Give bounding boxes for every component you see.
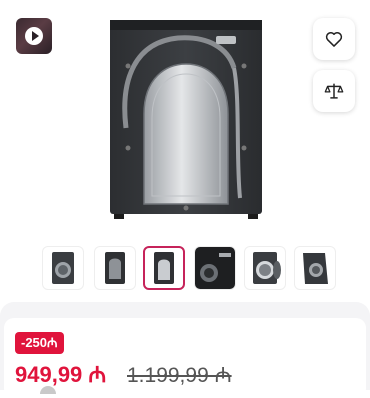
video-thumbnail[interactable] [16,18,52,54]
thumbnail[interactable] [94,246,136,290]
scales-icon [324,83,344,99]
thumbnail[interactable] [42,246,84,290]
thumbnail[interactable] [143,246,185,290]
thumbnail[interactable] [294,246,336,290]
thumbnail-image [154,252,174,284]
thumbnail-image [52,252,74,284]
thumbnail-image [105,252,125,284]
thumbnail-strip [0,246,370,292]
thumbnail-image [195,247,235,289]
thumbnail[interactable] [194,246,236,290]
thumbnail-image [303,253,328,284]
current-price: 949,99 ₼ [15,362,107,387]
thumbnail[interactable] [244,246,286,290]
compare-button[interactable] [313,70,355,112]
play-icon [25,27,43,45]
discount-badge: -250₼ [15,332,64,354]
product-image[interactable] [108,18,264,220]
heart-icon [325,32,343,47]
favorite-button[interactable] [313,18,355,60]
old-price: 1.199,99 ₼ [127,364,232,387]
thumbnail-image [253,252,281,284]
